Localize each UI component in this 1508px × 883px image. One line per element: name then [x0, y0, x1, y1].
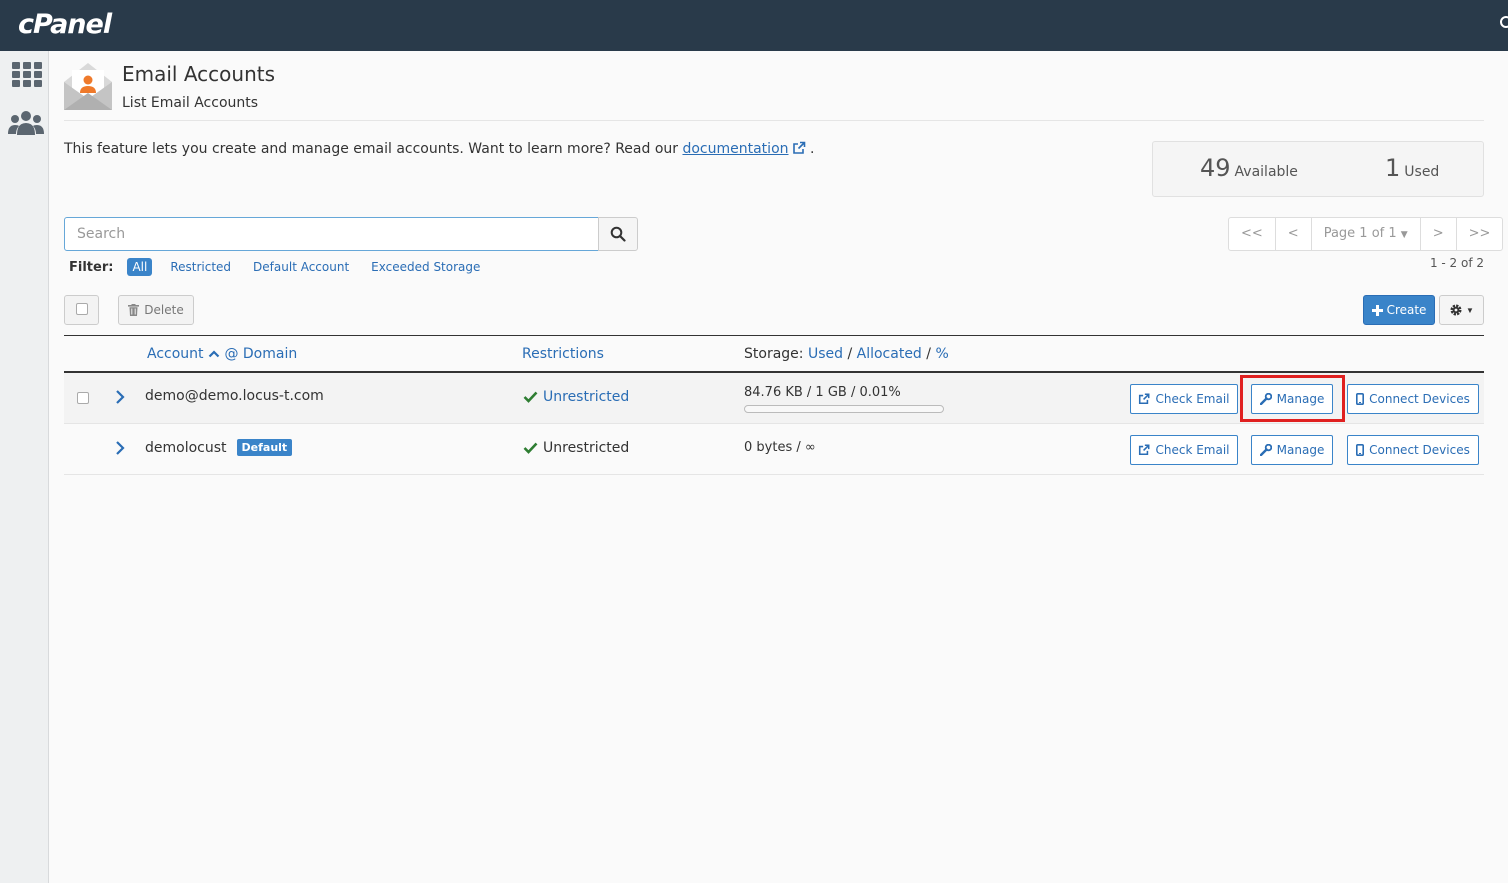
chevron-right-icon[interactable] [115, 389, 125, 405]
row-checkbox[interactable] [77, 392, 89, 404]
table-row: demolocust Default Unrestricted 0 bytes /… [64, 424, 1484, 475]
next-page-button[interactable]: > [1421, 218, 1457, 250]
page-select[interactable]: Page 1 of 1 ▼ [1312, 218, 1421, 250]
check-email-button[interactable]: Check Email [1130, 384, 1238, 414]
trash-icon [128, 304, 140, 316]
mobile-icon [1356, 393, 1365, 405]
filter-label: Filter: [69, 259, 114, 275]
column-restrictions[interactable]: Restrictions [522, 346, 604, 362]
settings-dropdown-button[interactable]: ▼ [1439, 295, 1484, 325]
magnifier-icon [610, 226, 626, 242]
chevron-right-icon[interactable] [115, 440, 125, 456]
main-content: Email Accounts List Email Accounts This … [49, 51, 1508, 883]
used-stat: 1 Used [1385, 154, 1440, 182]
search-input[interactable] [64, 217, 599, 251]
apps-grid-icon[interactable] [12, 62, 42, 88]
wrench-icon [1259, 444, 1272, 456]
manage-button[interactable]: Manage [1251, 435, 1333, 465]
usage-stats: 49 Available 1 Used [1152, 141, 1484, 197]
search-group [64, 217, 638, 251]
create-button[interactable]: Create [1363, 295, 1435, 325]
intro-text: This feature lets you create and manage … [64, 141, 815, 157]
external-link-icon [1139, 393, 1150, 405]
email-accounts-icon [64, 63, 112, 110]
last-page-button[interactable]: >> [1457, 218, 1503, 250]
check-icon [523, 391, 538, 403]
filter-restricted[interactable]: Restricted [170, 260, 231, 274]
caret-down-icon: ▼ [1466, 305, 1474, 315]
external-link-icon [792, 141, 805, 154]
page-title: Email Accounts [122, 62, 276, 86]
manage-button[interactable]: Manage [1251, 384, 1333, 414]
search-icon[interactable] [1500, 16, 1508, 28]
table-row: demo@demo.locus-t.com Unrestricted 84.76… [64, 373, 1484, 424]
filter-default-account[interactable]: Default Account [253, 260, 349, 274]
cpanel-logo[interactable]: cPanel [18, 9, 112, 40]
available-stat: 49 Available [1200, 154, 1298, 182]
external-link-icon [1139, 444, 1150, 456]
documentation-link[interactable]: documentation [682, 141, 788, 157]
page-subtitle: List Email Accounts [122, 95, 259, 111]
caret-down-icon: ▼ [1400, 230, 1408, 240]
search-button[interactable] [598, 217, 638, 251]
connect-devices-button[interactable]: Connect Devices [1347, 435, 1479, 465]
select-all-checkbox[interactable] [64, 295, 99, 325]
account-name: demolocust Default [145, 439, 293, 456]
restriction-status: Unrestricted [523, 440, 629, 456]
filter-bar: Filter: All Restricted Default Account E… [69, 258, 502, 276]
column-storage: Storage: Used / Allocated / % [744, 346, 949, 362]
table-header: Account @ Domain Restrictions Storage: U… [64, 335, 1484, 373]
account-name: demo@demo.locus-t.com [145, 388, 324, 404]
wrench-icon [1259, 393, 1272, 405]
check-email-button[interactable]: Check Email [1130, 435, 1238, 465]
check-icon [523, 442, 538, 454]
first-page-button[interactable]: << [1229, 218, 1276, 250]
sort-up-icon [208, 350, 220, 358]
restriction-status[interactable]: Unrestricted [523, 389, 629, 405]
storage-usage: 0 bytes / ∞ [744, 440, 816, 455]
storage-progress-bar [744, 405, 944, 413]
filter-all[interactable]: All [127, 258, 153, 276]
gear-icon [1450, 304, 1462, 316]
plus-icon [1371, 304, 1383, 316]
connect-devices-button[interactable]: Connect Devices [1347, 384, 1479, 414]
pagination: << < Page 1 of 1 ▼ > >> [1228, 217, 1504, 251]
default-badge: Default [236, 439, 293, 456]
filter-exceeded-storage[interactable]: Exceeded Storage [371, 260, 480, 274]
prev-page-button[interactable]: < [1276, 218, 1312, 250]
top-bar: cPanel [0, 0, 1508, 51]
delete-button[interactable]: Delete [118, 295, 194, 325]
users-icon[interactable] [8, 109, 44, 137]
column-account[interactable]: Account @ Domain [147, 346, 297, 362]
storage-usage: 84.76 KB / 1 GB / 0.01% [744, 385, 901, 400]
header-divider [64, 120, 1484, 121]
result-range: 1 - 2 of 2 [1429, 256, 1484, 270]
mobile-icon [1356, 444, 1365, 456]
sidebar [0, 51, 49, 883]
